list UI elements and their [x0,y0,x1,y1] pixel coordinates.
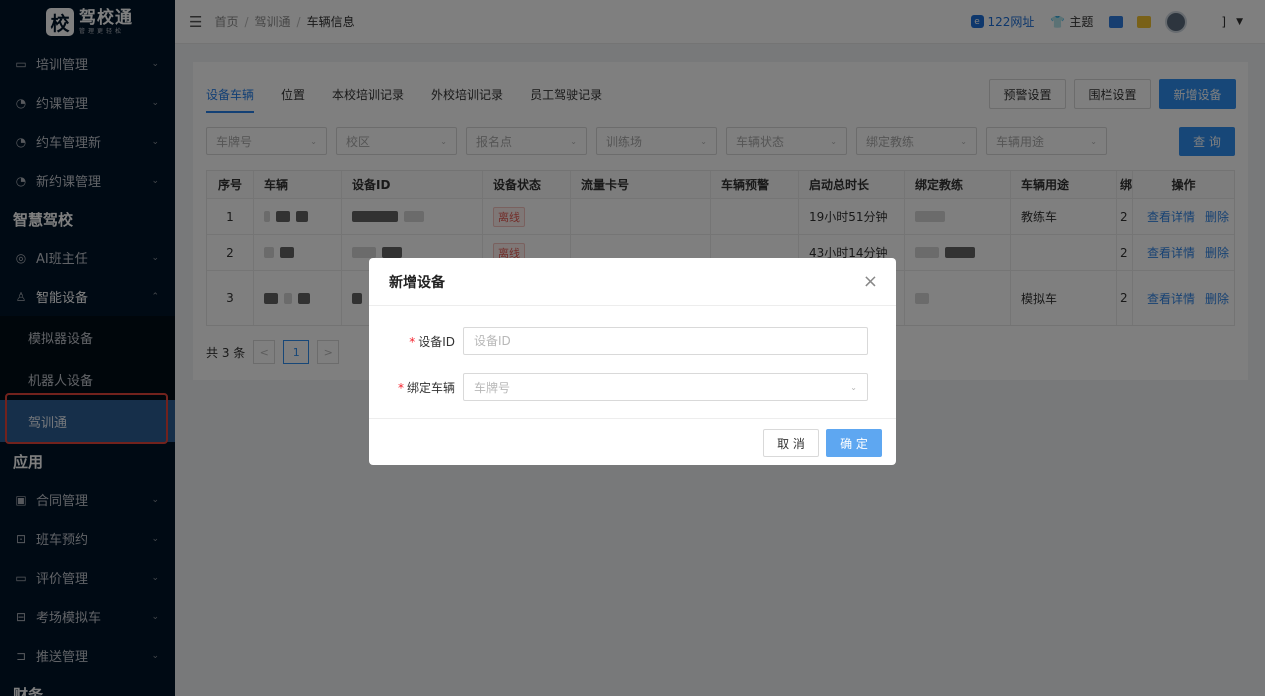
modal-title: 新增设备 [389,274,445,291]
bind-vehicle-label: 绑定车辆 [406,380,455,395]
close-icon[interactable]: × [863,271,878,292]
form-row-bind-vehicle: * 绑定车辆 车牌号 ⌄ [369,372,896,402]
device-id-label: 设备ID [418,334,455,349]
bind-vehicle-select[interactable]: 车牌号 ⌄ [463,373,868,401]
chevron-down-icon: ⌄ [850,382,857,392]
form-row-device-id: * 设备ID [369,326,896,356]
device-id-input[interactable] [463,327,868,355]
add-device-modal: 新增设备 × *设备ID *绑定车辆 车牌号 ⌄ 取 消 确 定 [369,258,896,465]
cancel-button[interactable]: 取 消 [763,429,819,457]
confirm-button[interactable]: 确 定 [826,429,882,457]
